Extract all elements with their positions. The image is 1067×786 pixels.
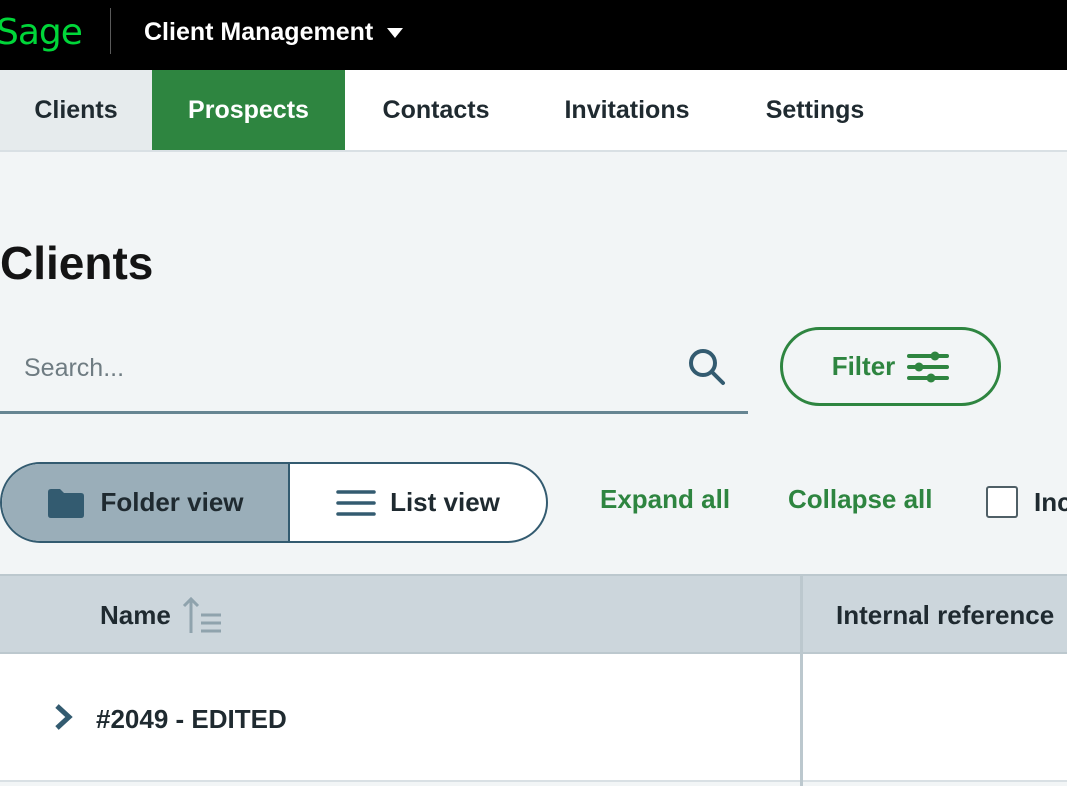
tab-prospects[interactable]: Prospects [152, 70, 345, 150]
folder-view-button[interactable]: Folder view [2, 464, 290, 541]
tab-contacts[interactable]: Contacts [345, 70, 527, 150]
product-name: Client Management [144, 17, 374, 46]
caret-down-icon [387, 28, 404, 38]
view-toggle: Folder view List view [0, 462, 548, 543]
tab-invitations[interactable]: Invitations [527, 70, 727, 150]
filter-button[interactable]: Filter [780, 327, 1001, 406]
topbar-divider [110, 8, 111, 54]
top-bar: Sage Client Management [0, 0, 1067, 70]
list-view-button[interactable]: List view [290, 464, 546, 541]
main-nav: Clients Prospects Contacts Invitations S… [0, 70, 1067, 152]
column-header-name[interactable]: Name [100, 576, 223, 652]
tab-clients[interactable]: Clients [0, 70, 152, 150]
product-switcher[interactable]: Client Management [144, 16, 404, 48]
sliders-icon [907, 351, 950, 382]
search-box [0, 326, 748, 414]
include-label: Inc [1034, 486, 1067, 517]
sort-ascending-icon[interactable] [181, 595, 223, 635]
search-icon[interactable] [686, 346, 726, 386]
table-row[interactable]: #2049 - EDITED [0, 654, 1067, 782]
collapse-all-button[interactable]: Collapse all [788, 484, 933, 515]
list-view-label: List view [390, 487, 500, 517]
chevron-right-icon[interactable] [52, 702, 76, 732]
table-header: Name Internal reference [0, 574, 1067, 654]
include-option[interactable]: Inc [986, 486, 1067, 518]
include-checkbox[interactable] [986, 486, 1018, 518]
folder-icon [48, 488, 85, 518]
folder-view-label: Folder view [100, 487, 244, 517]
page-title: Clients [0, 237, 154, 289]
row-client-name[interactable]: #2049 - EDITED [96, 704, 287, 735]
column-name-label: Name [100, 599, 171, 630]
search-input[interactable] [0, 326, 660, 410]
sage-logo[interactable]: Sage [0, 12, 83, 53]
list-icon [336, 489, 376, 516]
expand-all-button[interactable]: Expand all [600, 484, 730, 515]
tab-settings[interactable]: Settings [727, 70, 903, 150]
column-header-internal-reference[interactable]: Internal reference [836, 576, 1054, 652]
column-divider [800, 574, 803, 786]
filter-label: Filter [831, 351, 896, 381]
